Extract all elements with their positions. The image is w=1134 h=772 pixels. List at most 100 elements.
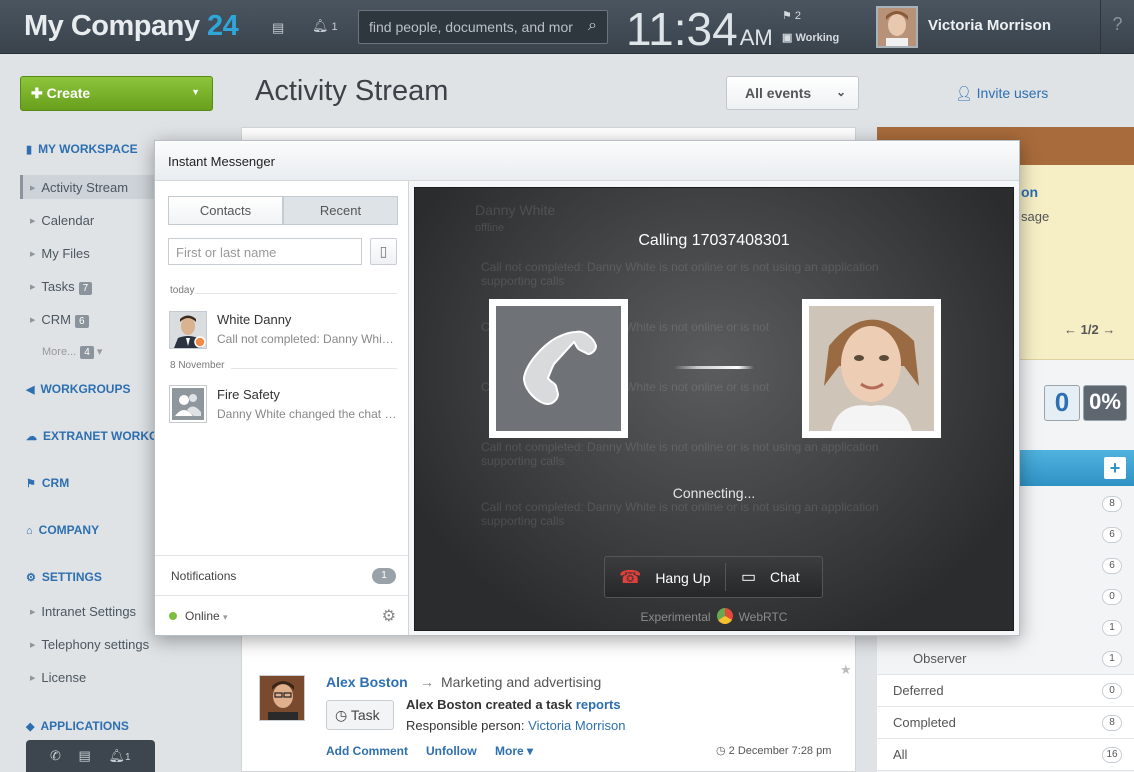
group-label-today: today [170,285,195,296]
connecting-status: Connecting... [672,485,756,501]
webrtc-logo-icon [716,608,733,624]
contact-avatar[interactable] [169,311,207,349]
calling-label: Calling 17037408301 [638,232,790,249]
contact-search-input[interactable]: First or last name [168,238,362,265]
author-avatar[interactable] [259,675,305,721]
divider [725,563,726,591]
tab-contacts[interactable]: Contacts [168,196,283,225]
group-chat-avatar[interactable] [169,385,207,423]
work-status[interactable]: ▣ Working [782,31,839,44]
section-my-workspace[interactable]: ▮ MY WORKSPACE [26,142,138,156]
group-label-date: 8 November [170,360,225,371]
instant-messenger-window: Instant Messenger Contacts Recent First … [154,140,1020,636]
star-icon[interactable]: ★ [840,662,852,678]
task-filter-observer[interactable]: Observer 1 [877,643,1134,675]
clock-icon: ◷ [716,745,726,757]
sidebar-item-license[interactable]: ▶ License [30,670,86,685]
sidebar-item-my-files[interactable]: ▶ My Files [30,246,90,261]
contact-name[interactable]: Fire Safety [217,387,280,402]
post-destination[interactable]: Marketing and advertising [441,674,601,690]
clock[interactable]: 11:34AM [626,2,773,56]
ghost-message: Call not completed: Danny White is not o… [481,440,879,468]
responsible-link[interactable]: Victoria Morrison [528,718,625,733]
flag-counter[interactable]: ⚑ 2 [782,9,801,22]
user-avatar[interactable] [876,6,918,48]
add-user-icon: 👤︎ [955,85,973,101]
task-filter-deferred[interactable]: Deferred 0 [877,675,1134,707]
bell-icon[interactable]: 🔔︎1 [312,18,338,34]
ghost-contact-name: Danny White [475,202,556,218]
crm-badge: 6 [75,315,89,328]
contact-last-message: Danny White changed the chat title [217,407,397,421]
pager[interactable]: ← 1/2 → [1064,322,1115,337]
add-comment-link[interactable]: Add Comment [326,744,408,758]
chat-button[interactable]: ▭ Chat [741,557,821,597]
arrow-right-icon: → [420,674,434,690]
search-input[interactable]: find people, documents, and mor ⌕ [358,10,608,44]
help-icon[interactable]: ? [1100,0,1134,54]
gear-icon[interactable]: ⚙ [382,606,396,626]
status-selector[interactable]: Online ▾ ⚙ [155,595,408,635]
sidebar-item-calendar[interactable]: ▶ Calendar [30,213,94,228]
post-summary: Alex Boston created a task reports [406,697,621,712]
phone-dial-button[interactable]: ▯ [370,238,397,265]
section-company[interactable]: ⌂ COMPANY [26,523,99,537]
phone-icon[interactable]: ✆ [50,748,61,763]
bottom-toolbar: ✆ ▤ 🔔︎1 [26,740,155,772]
bell-icon[interactable]: 🔔︎1 [108,748,130,763]
task-badge: ◷ Task [326,700,394,730]
hang-up-button[interactable]: ☎ Hang Up [619,557,723,597]
count-badge: 1 [1102,620,1122,636]
chat-icon[interactable]: ▤ [79,748,91,763]
notifications-row[interactable]: Notifications 1 [155,555,408,595]
clock-icon: ◷ [335,707,348,723]
contact-last-message: Call not completed: Danny White is not o… [217,332,397,346]
sidebar-item-intranet-settings[interactable]: ▶ Intranet Settings [30,604,136,619]
section-crm[interactable]: ⚑ CRM [26,476,69,490]
task-link[interactable]: reports [576,697,621,712]
call-controls: ☎ Hang Up ▭ Chat [604,556,823,598]
contact-name[interactable]: White Danny [217,312,291,327]
sidebar-item-telephony-settings[interactable]: ▶ Telephony settings [30,637,149,652]
video-call-panel: Danny White offline Call not completed: … [414,187,1014,631]
section-settings[interactable]: ⚙ SETTINGS [26,570,102,584]
section-workgroups[interactable]: ◀ WORKGROUPS [26,382,130,396]
notifications-count: 1 [372,568,396,584]
invite-users-link[interactable]: 👤︎ Invite users [955,85,1048,102]
more-link[interactable]: More ▾ [495,744,533,758]
sidebar-item-tasks[interactable]: ▶ Tasks 7 [30,279,93,295]
add-task-button[interactable]: + [1104,457,1126,479]
chat-icon[interactable]: ▤ [272,20,284,36]
more-badge: 4 [80,346,94,359]
user-name[interactable]: Victoria Morrison [928,17,1051,34]
post-author[interactable]: Alex Boston [326,674,408,690]
count-badge: 0 [1102,589,1122,605]
cube-icon: ◆ [26,721,35,733]
task-filter-all[interactable]: All 16 [877,739,1134,771]
counter-zero: 0 [1044,385,1080,421]
unfollow-link[interactable]: Unfollow [426,744,477,758]
section-applications[interactable]: ◆ APPLICATIONS [26,719,129,733]
chat-bubble-icon: ▭ [741,569,757,586]
search-icon[interactable]: ⌕ [588,17,597,35]
sidebar-item-more[interactable]: More... 4 ▾ [42,345,102,359]
megaphone-icon: ◀ [26,384,35,396]
phone-handset-icon [496,306,621,431]
right-panel-title[interactable]: on [1021,184,1038,200]
sidebar-item-activity-stream[interactable]: ▶ Activity Stream [30,180,128,195]
mobile-phone-icon: ▯ [379,243,388,259]
sidebar-item-crm[interactable]: ▶ CRM 6 [30,312,89,328]
tab-recent[interactable]: Recent [283,196,398,225]
divider [195,293,397,294]
company-logo[interactable]: My Company 24 [24,10,239,43]
callee-frame [802,299,941,438]
events-filter-dropdown[interactable]: All events ⌄ [726,76,859,110]
task-filter-completed[interactable]: Completed 8 [877,707,1134,739]
connection-line [674,366,754,369]
create-button[interactable]: ✚ Create ▼ [20,76,213,111]
section-extranet[interactable]: ☁ EXTRANET WORKGR [26,429,167,443]
count-badge: 8 [1102,496,1122,512]
messenger-title[interactable]: Instant Messenger [155,141,1019,181]
divider [231,368,397,369]
chevron-down-icon[interactable]: ▼ [191,87,200,97]
